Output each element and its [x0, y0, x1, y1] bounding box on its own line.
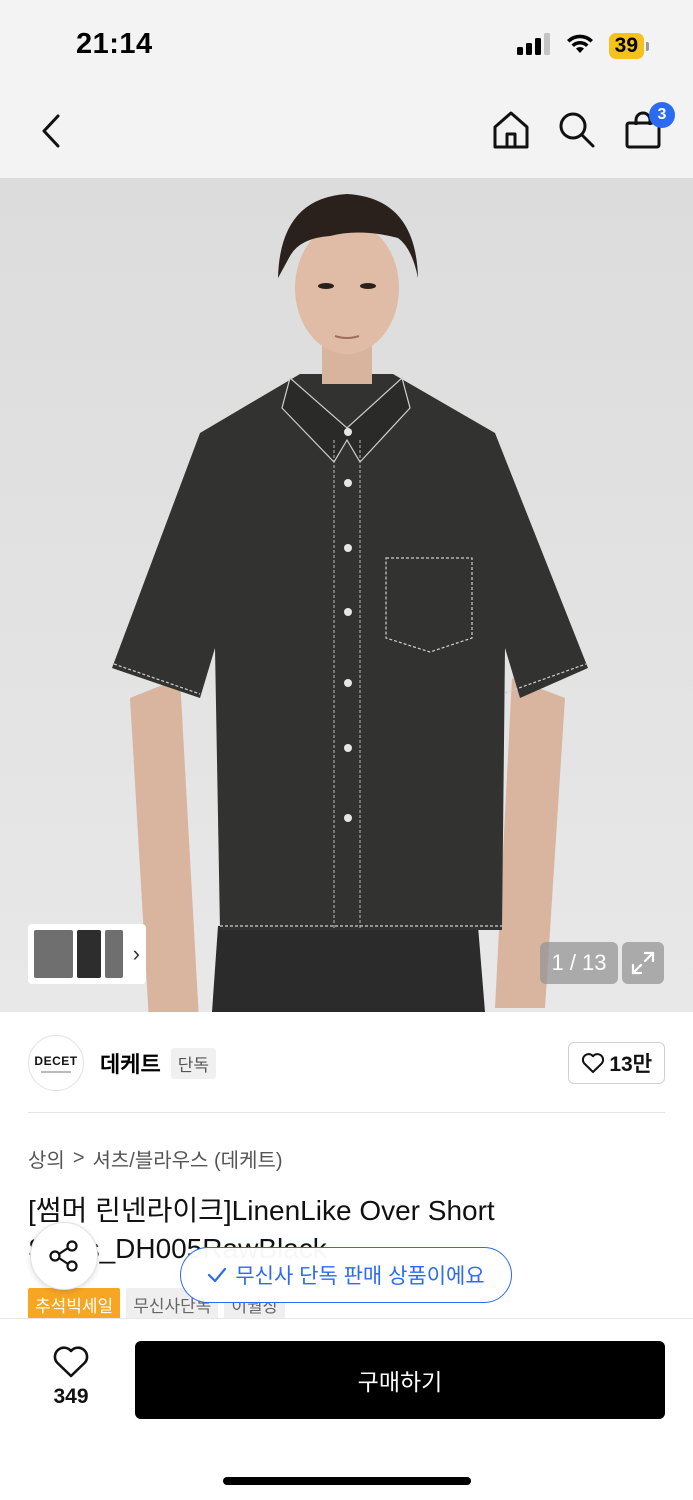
- breadcrumb-subcategory[interactable]: 셔츠/블라우스 (데케트): [93, 1144, 283, 1173]
- heart-icon: [53, 1346, 89, 1378]
- divider: [28, 1112, 665, 1113]
- search-icon[interactable]: [557, 108, 597, 152]
- chevron-right-icon[interactable]: ›: [133, 941, 140, 967]
- image-counter: 1 / 13: [540, 942, 618, 984]
- product-photo: [0, 178, 693, 1012]
- home-icon[interactable]: [491, 108, 531, 152]
- heart-icon: [582, 1053, 605, 1073]
- cart-badge: 3: [649, 102, 675, 128]
- toast-text: 무신사 단독 판매 상품이에요: [235, 1265, 485, 1288]
- buy-button[interactable]: 구매하기: [135, 1341, 665, 1419]
- status-time: 21:14: [76, 28, 153, 60]
- status-bar: 21:14 39: [0, 0, 693, 90]
- thumbnail-strip[interactable]: ›: [28, 924, 146, 984]
- brand-row: DECET 데케트 단독 13만: [28, 1034, 665, 1092]
- thumbnail-image[interactable]: [34, 930, 74, 978]
- brand-like-count: 13만: [609, 1053, 652, 1076]
- sale-tag: 추석빅세일: [28, 1288, 121, 1321]
- battery-tip: [646, 41, 649, 51]
- wifi-icon: [565, 33, 595, 60]
- breadcrumb-separator: >: [72, 1147, 85, 1169]
- share-icon: [49, 1240, 78, 1272]
- wishlist-button[interactable]: 349: [36, 1345, 106, 1409]
- expand-icon[interactable]: [622, 942, 664, 984]
- thumbnail-image[interactable]: [77, 930, 101, 978]
- breadcrumb: 상의 > 셔츠/블라우스 (데케트): [28, 1144, 283, 1173]
- nav-bar: 3: [0, 90, 693, 178]
- battery-icon: 39: [608, 33, 649, 59]
- shopping-bag-icon[interactable]: 3: [623, 102, 675, 152]
- exclusive-badge: 단독: [170, 1047, 217, 1079]
- home-indicator: [223, 1477, 471, 1485]
- bottom-action-bar: 349 구매하기: [0, 1318, 693, 1500]
- exclusive-toast: 무신사 단독 판매 상품이에요: [180, 1247, 512, 1303]
- back-chevron-icon[interactable]: [34, 110, 68, 152]
- share-button[interactable]: [30, 1222, 98, 1290]
- brand-name[interactable]: 데케트: [100, 1047, 161, 1079]
- battery-level: 39: [608, 33, 644, 59]
- checkmark-icon: [208, 1267, 227, 1283]
- brand-like-button[interactable]: 13만: [568, 1042, 665, 1084]
- wishlist-count: 349: [53, 1385, 89, 1408]
- breadcrumb-category[interactable]: 상의: [28, 1144, 65, 1173]
- brand-logo-text: DECET: [34, 1053, 78, 1068]
- thumbnail-image[interactable]: [104, 930, 123, 978]
- brand-logo[interactable]: DECET: [28, 1035, 84, 1091]
- product-image-gallery[interactable]: › 1 / 13: [0, 178, 693, 1012]
- cellular-signal-icon: [516, 32, 551, 60]
- nav-actions: 3: [491, 102, 675, 152]
- status-icons: 39: [516, 32, 649, 60]
- brand-logo-underline: [41, 1070, 71, 1073]
